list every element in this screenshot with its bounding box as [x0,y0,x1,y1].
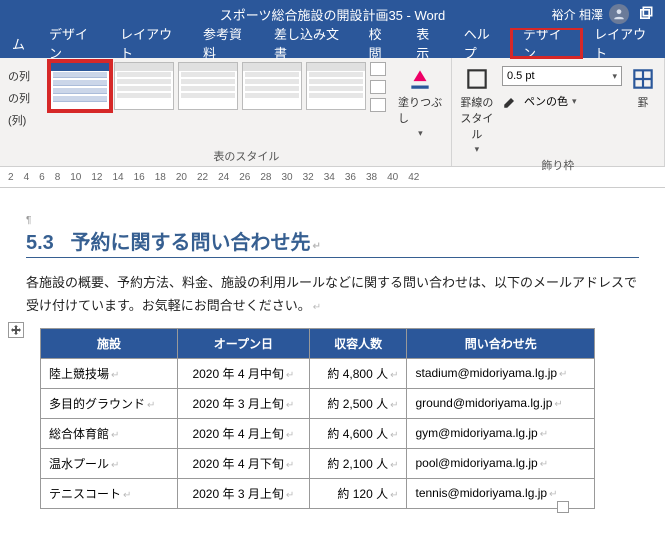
borders-button[interactable]: 罫 [630,62,656,155]
chevron-down-icon: ▾ [475,144,480,155]
document-area[interactable]: ¶ 5.3 予約に関する問い合わせ先↵ 各施設の概要、予約方法、料金、施設の利用… [0,188,665,519]
tab-参考資料[interactable]: 参考資料 [191,28,262,58]
ribbon: の列の列(列) 塗りつぶし ▾ 表のスタイ [0,58,665,167]
tab-表示[interactable]: 表示 [404,28,452,58]
cell-cap: 約 4,800 人↵ [309,358,407,388]
table-style-thumb[interactable] [306,62,366,110]
pen-color-label: ペンの色 [524,93,568,109]
table-header: 収容人数 [309,328,407,358]
table-style-thumb[interactable] [242,62,302,110]
table-row[interactable]: テニスコート↵2020 年 3 月上旬↵約 120 人↵tennis@midor… [41,478,595,508]
ribbon-tabs: ムデザインレイアウト参考資料差し込み文書校閲表示ヘルプデザインレイアウト [0,28,665,58]
user-area: 裕介 相澤 [552,4,655,24]
borders-group-label: 飾り枠 [460,155,656,173]
tab-レイアウト[interactable]: レイアウト [108,28,191,58]
table-resize-handle[interactable] [557,501,569,513]
shading-label: 塗りつぶし [398,94,443,126]
tab-ヘルプ[interactable]: ヘルプ [452,28,511,58]
window-restore-icon[interactable] [635,4,655,24]
window-title: スポーツ総合施設の開設計画35 - Word [220,5,446,24]
table-styles-group-label: 表のスタイル [50,146,443,164]
cell-name: 多目的グラウンド↵ [41,388,178,418]
cell-contact: stadium@midoriyama.lg.jp↵ [407,358,595,388]
paragraph-mark: ¶ [26,215,31,226]
user-name: 裕介 相澤 [552,6,603,23]
cell-cap: 約 2,500 人↵ [309,388,407,418]
table-move-handle-icon[interactable] [8,322,24,338]
style-option[interactable]: (列) [8,112,42,128]
pen-weight-select[interactable]: 0.5 pt ▾ [502,66,622,86]
cell-open: 2020 年 3 月上旬↵ [177,388,309,418]
table-row[interactable]: 総合体育館↵2020 年 4 月上旬↵約 4,600 人↵gym@midoriy… [41,418,595,448]
tab-差し込み文書[interactable]: 差し込み文書 [262,28,357,58]
gallery-more[interactable] [370,98,386,112]
heading-text: 予約に関する問い合わせ先 [70,232,310,254]
table-header: 問い合わせ先 [407,328,595,358]
table-row[interactable]: 温水プール↵2020 年 4 月下旬↵約 2,100 人↵pool@midori… [41,448,595,478]
tab-ム[interactable]: ム [0,28,37,58]
style-option[interactable]: の列 [8,90,42,106]
table-style-thumb-selected[interactable] [50,62,110,110]
table-row[interactable]: 陸上競技場↵2020 年 4 月中旬↵約 4,800 人↵stadium@mid… [41,358,595,388]
border-style-label: 罫線の スタイル [460,94,494,142]
pen-color-button[interactable]: ペンの色 ▾ [502,92,622,110]
cell-open: 2020 年 4 月中旬↵ [177,358,309,388]
cell-cap: 約 120 人↵ [309,478,407,508]
table-header: オープン日 [177,328,309,358]
borders-label: 罫 [638,94,649,110]
table-row[interactable]: 多目的グラウンド↵2020 年 3 月上旬↵約 2,500 人↵ground@m… [41,388,595,418]
user-avatar-icon[interactable] [609,4,629,24]
gallery-scroll-up[interactable] [370,62,386,76]
body-paragraph: 各施設の概要、予約方法、料金、施設の利用ルールなどに関する問い合わせは、以下のメ… [26,271,639,318]
contact-table[interactable]: 施設オープン日収容人数問い合わせ先 陸上競技場↵2020 年 4 月中旬↵約 4… [40,328,595,509]
cell-open: 2020 年 3 月上旬↵ [177,478,309,508]
heading-number: 5.3 [26,232,54,254]
shading-button[interactable]: 塗りつぶし ▾ [398,62,443,139]
cell-name: 総合体育館↵ [41,418,178,448]
cell-name: 陸上競技場↵ [41,358,178,388]
style-option[interactable]: の列 [8,68,42,84]
gallery-scroll-down[interactable] [370,80,386,94]
chevron-down-icon: ▾ [418,128,423,139]
table-header: 施設 [41,328,178,358]
tab-校閲[interactable]: 校閲 [357,28,405,58]
tab-デザイン[interactable]: デザイン [37,28,108,58]
chevron-down-icon: ▾ [612,71,617,82]
cell-cap: 約 2,100 人↵ [309,448,407,478]
cell-open: 2020 年 4 月上旬↵ [177,418,309,448]
tab-デザイン[interactable]: デザイン [511,28,582,58]
border-style-button[interactable]: 罫線の スタイル ▾ [460,62,494,155]
cell-name: 温水プール↵ [41,448,178,478]
cell-contact: pool@midoriyama.lg.jp↵ [407,448,595,478]
table-styles-gallery[interactable] [50,62,366,110]
chevron-down-icon: ▾ [572,96,577,107]
cell-open: 2020 年 4 月下旬↵ [177,448,309,478]
table-style-thumb[interactable] [114,62,174,110]
cell-contact: ground@midoriyama.lg.jp↵ [407,388,595,418]
heading: 5.3 予約に関する問い合わせ先↵ [26,226,639,258]
table-style-thumb[interactable] [178,62,238,110]
table-style-options: の列の列(列) [8,62,42,128]
title-bar: スポーツ総合施設の開設計画35 - Word 裕介 相澤 [0,0,665,28]
tab-レイアウト[interactable]: レイアウト [582,28,665,58]
cell-contact: gym@midoriyama.lg.jp↵ [407,418,595,448]
cell-cap: 約 4,600 人↵ [309,418,407,448]
cell-name: テニスコート↵ [41,478,178,508]
pen-weight-value: 0.5 pt [507,70,535,82]
